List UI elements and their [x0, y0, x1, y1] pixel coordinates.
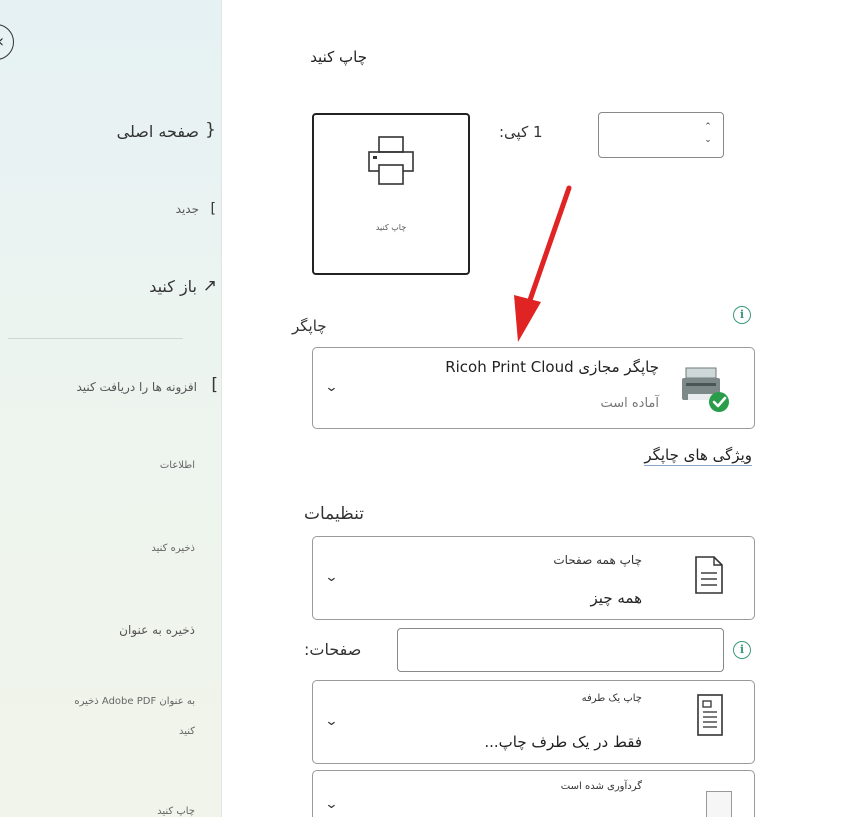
- info-icon[interactable]: i: [733, 641, 751, 659]
- chevron-down-icon: ⌄: [324, 570, 339, 585]
- spinner-up-icon[interactable]: ⌃: [703, 121, 713, 134]
- print-pane: چاپ کنید چاپ کنید 1 کپی: ⌃ ⌄ چاپگر i چاپ…: [222, 0, 857, 817]
- settings-section-label: تنظیمات: [304, 504, 364, 524]
- copies-caption: کپی:: [499, 123, 529, 141]
- sidebar-item-new[interactable]: جدید: [176, 202, 199, 216]
- chevron-down-icon: ⌄: [324, 797, 339, 812]
- back-arrow-icon: ‹: [0, 33, 4, 51]
- sidebar-item-save-pdf-line2: کنید: [178, 726, 195, 737]
- collate-title: گردآوری شده است: [560, 781, 642, 792]
- chevron-down-icon: ⌄: [324, 714, 339, 729]
- sidebar-item-open[interactable]: باز کنید: [149, 277, 197, 296]
- printer-select[interactable]: چاپگر مجازی Ricoh Print Cloud آماده است …: [312, 347, 755, 429]
- print-range-select[interactable]: چاپ همه صفحات همه چیز ⌄: [312, 536, 755, 620]
- copies-input[interactable]: ⌃ ⌄: [598, 112, 724, 158]
- copies-spinner[interactable]: ⌃ ⌄: [703, 121, 713, 149]
- copies-value: 1: [533, 123, 543, 141]
- sidebar-item-print[interactable]: چاپ کنید: [157, 806, 195, 817]
- sidebar-item-save[interactable]: ذخیره کنید: [151, 543, 195, 554]
- home-icon: }: [205, 120, 216, 140]
- sidebar-item-addins[interactable]: افزونه ها را دریافت کنید: [76, 380, 197, 394]
- back-button[interactable]: ‹: [0, 24, 14, 60]
- print-range-value: همه چیز: [590, 589, 642, 607]
- spinner-down-icon[interactable]: ⌄: [703, 134, 713, 147]
- addins-icon: [: [211, 375, 218, 395]
- printer-status: آماده است: [600, 396, 659, 411]
- sidebar-divider: [8, 338, 183, 339]
- sidebar-item-save-as[interactable]: ذخیره به عنوان: [119, 623, 195, 637]
- chevron-down-icon: ⌄: [324, 380, 339, 395]
- printer-name: چاپگر مجازی Ricoh Print Cloud: [445, 358, 659, 376]
- pages-input[interactable]: [397, 628, 724, 672]
- sides-select[interactable]: چاپ یک طرفه فقط در یک طرف چاپ... ⌄: [312, 680, 755, 764]
- sidebar-item-info[interactable]: اطلاعات: [160, 460, 195, 471]
- one-sided-page-icon: [697, 694, 723, 736]
- printer-device-icon: [682, 367, 729, 412]
- backstage-sidebar: ‹ } صفحه اصلی [ جدید ↗ باز کنید [ افزونه…: [0, 0, 222, 817]
- sides-value: فقط در یک طرف چاپ...: [484, 733, 642, 751]
- collate-select[interactable]: گردآوری شده است ⌄: [312, 770, 755, 817]
- copies-label: 1 کپی:: [499, 123, 543, 141]
- new-document-icon: [: [210, 201, 216, 217]
- print-range-title: چاپ همه صفحات: [553, 553, 642, 567]
- page-title: چاپ کنید: [310, 48, 367, 66]
- document-icon: [695, 556, 723, 594]
- print-button-label: چاپ کنید: [375, 223, 407, 232]
- sides-title: چاپ یک طرفه: [581, 693, 642, 704]
- pages-label: صفحات:: [304, 640, 362, 659]
- sidebar-item-home[interactable]: صفحه اصلی: [117, 122, 199, 141]
- printer-section-label: چاپگر: [292, 317, 327, 335]
- printer-icon: [368, 136, 414, 185]
- sidebar-item-save-pdf[interactable]: به عنوان Adobe PDF ذخیره: [74, 696, 195, 707]
- printer-properties-link[interactable]: ویژگی های چاپگر: [644, 446, 752, 466]
- print-button[interactable]: چاپ کنید: [312, 113, 470, 275]
- info-icon[interactable]: i: [733, 306, 751, 324]
- collate-icon: [706, 791, 732, 817]
- open-folder-icon: ↗: [202, 276, 217, 296]
